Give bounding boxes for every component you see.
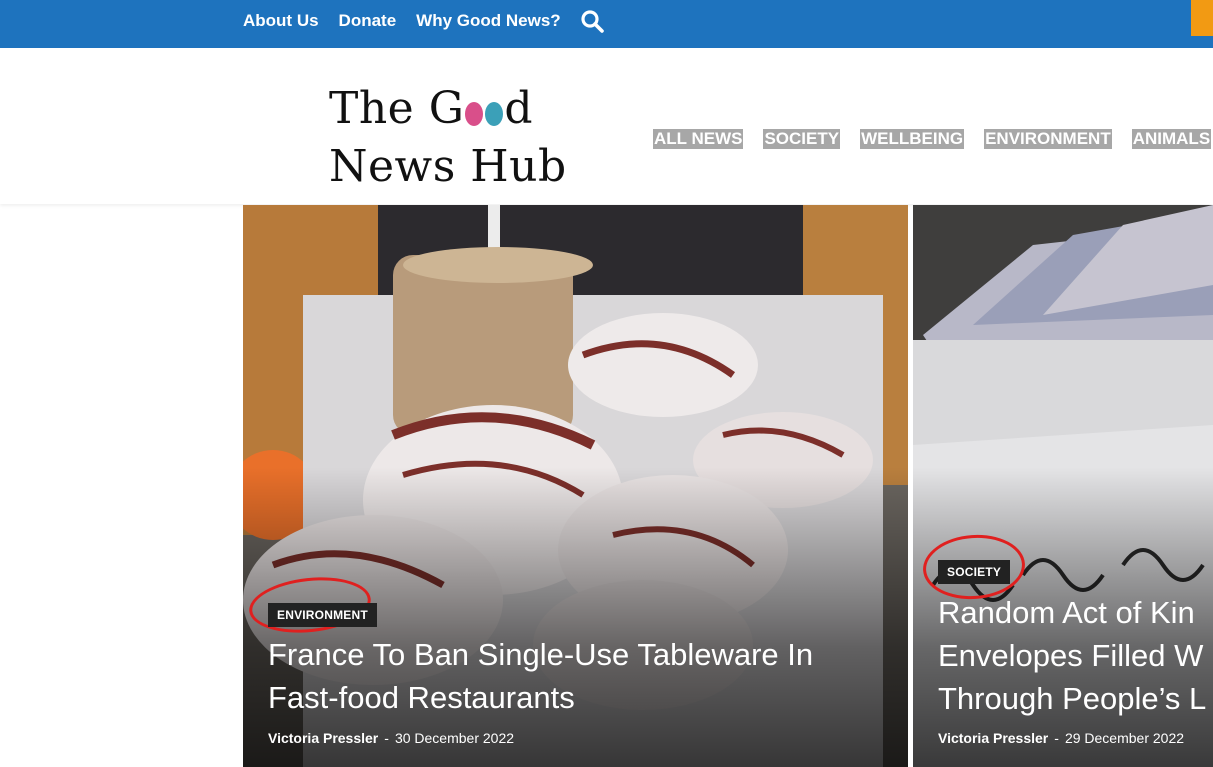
- article-meta: Victoria Pressler -30 December 2022: [268, 730, 514, 746]
- article-card-random-act[interactable]: SOCIETY Random Act of Kin Envelopes Fill…: [913, 205, 1213, 767]
- article-meta-2: Victoria Pressler -29 December 2022: [938, 730, 1184, 746]
- nav-wellbeing[interactable]: WELLBEING: [860, 129, 965, 149]
- title-line-2: Fast-food Restaurants: [268, 680, 575, 715]
- site-logo[interactable]: The G d News Hub: [329, 80, 567, 196]
- nav-all-news[interactable]: ALL NEWS: [653, 129, 744, 149]
- nav-environment[interactable]: ENVIRONMENT: [984, 129, 1112, 149]
- article-title-2[interactable]: Random Act of Kin Envelopes Filled W Thr…: [938, 591, 1206, 720]
- meta-separator-2: -: [1054, 730, 1059, 746]
- donate-link[interactable]: Donate: [339, 11, 397, 31]
- logo-line-1: The G d: [329, 80, 567, 138]
- article-title[interactable]: France To Ban Single-Use Tableware In Fa…: [268, 633, 813, 719]
- nav-society[interactable]: SOCIETY: [763, 129, 841, 149]
- author-name[interactable]: Victoria Pressler: [268, 730, 378, 746]
- top-bar: About Us Donate Why Good News?: [0, 0, 1213, 48]
- site-header: The G d News Hub ALL NEWS SOCIETY WELLBEI…: [0, 48, 1213, 204]
- author-name-2[interactable]: Victoria Pressler: [938, 730, 1048, 746]
- category-badge[interactable]: ENVIRONMENT: [268, 603, 377, 627]
- why-good-news-link[interactable]: Why Good News?: [416, 11, 561, 31]
- article-card-france[interactable]: ENVIRONMENT France To Ban Single-Use Tab…: [243, 205, 908, 767]
- logo-text-a: The G: [329, 83, 465, 134]
- logo-text-b: d: [504, 83, 534, 134]
- article-date: 30 December 2022: [394, 730, 515, 746]
- category-nav: ALL NEWS SOCIETY WELLBEING ENVIRONMENT A…: [653, 129, 1212, 149]
- subscribe-tab[interactable]: [1191, 0, 1213, 36]
- meta-separator: -: [384, 730, 389, 746]
- category-badge-2[interactable]: SOCIETY: [938, 560, 1011, 584]
- top-nav: About Us Donate Why Good News?: [243, 0, 605, 42]
- logo-line-2: News Hub: [329, 141, 567, 192]
- logo-dot-pink: [465, 102, 484, 126]
- title2-line-3: Through People’s L: [938, 681, 1207, 716]
- title2-line-1: Random Act of Kin: [938, 595, 1195, 630]
- title-line-1: France To Ban Single-Use Tableware In: [268, 637, 814, 672]
- nav-animals[interactable]: ANIMALS: [1131, 129, 1212, 149]
- search-icon[interactable]: [579, 8, 605, 34]
- title2-line-2: Envelopes Filled W: [938, 638, 1204, 673]
- logo-dot-teal: [485, 102, 504, 126]
- about-us-link[interactable]: About Us: [243, 11, 319, 31]
- article-date-2: 29 December 2022: [1064, 730, 1185, 746]
